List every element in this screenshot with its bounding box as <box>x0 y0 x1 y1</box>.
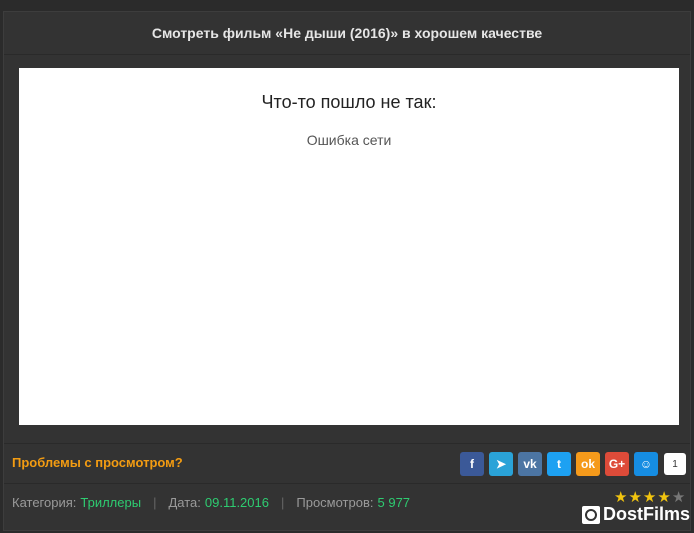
divider <box>4 483 690 484</box>
moimir-share-button[interactable]: ☺ <box>634 452 658 476</box>
page-title: Смотреть фильм «Не дыши (2016)» в хороше… <box>151 25 543 41</box>
category-label: Категория: <box>12 495 77 510</box>
views-value: 5 977 <box>377 495 411 510</box>
logo-text: DostFilms <box>603 504 691 524</box>
movie-panel: Смотреть фильм «Не дыши (2016)» в хороше… <box>3 11 691 531</box>
player-error-message: Ошибка сети <box>306 132 392 148</box>
meta-separator: | <box>153 495 157 510</box>
share-buttons: f ➤ vk t ok G+ ☺ <box>460 452 658 476</box>
site-logo[interactable]: DostFilms <box>582 504 690 525</box>
date-value: 09.11.2016 <box>204 495 269 510</box>
odnoklassniki-icon: ok <box>580 457 595 471</box>
odnoklassniki-share-button[interactable]: ok <box>576 452 600 476</box>
video-player[interactable]: Что-то пошло не так: Ошибка сети <box>19 68 679 425</box>
category-link[interactable]: Триллеры <box>80 495 141 510</box>
share-count-badge: 1 <box>664 453 686 475</box>
views-label: Просмотров: <box>296 495 374 510</box>
google-plus-share-button[interactable]: G+ <box>605 452 629 476</box>
vk-icon: vk <box>523 457 537 471</box>
player-error-title: Что-то пошло не так: <box>261 92 437 112</box>
vk-share-button[interactable]: vk <box>518 452 542 476</box>
twitter-share-button[interactable]: t <box>547 452 571 476</box>
meta-separator: | <box>280 495 285 510</box>
movie-meta: Категория: Триллеры | Дата: 09.11.2016 |… <box>12 495 410 510</box>
date-label: Дата: <box>168 495 201 510</box>
facebook-share-button[interactable]: f <box>460 452 484 476</box>
moimir-icon: ☺ <box>639 457 653 471</box>
twitter-icon: t <box>557 457 561 471</box>
playback-problems-link[interactable]: Проблемы с просмотром? <box>12 455 183 470</box>
telegram-icon: ➤ <box>495 457 507 471</box>
film-icon <box>582 505 600 524</box>
telegram-share-button[interactable]: ➤ <box>489 452 513 476</box>
facebook-icon: f <box>470 457 474 471</box>
divider <box>4 443 690 444</box>
google-plus-icon: G+ <box>608 457 626 471</box>
title-bar: Смотреть фильм «Не дыши (2016)» в хороше… <box>4 12 690 55</box>
